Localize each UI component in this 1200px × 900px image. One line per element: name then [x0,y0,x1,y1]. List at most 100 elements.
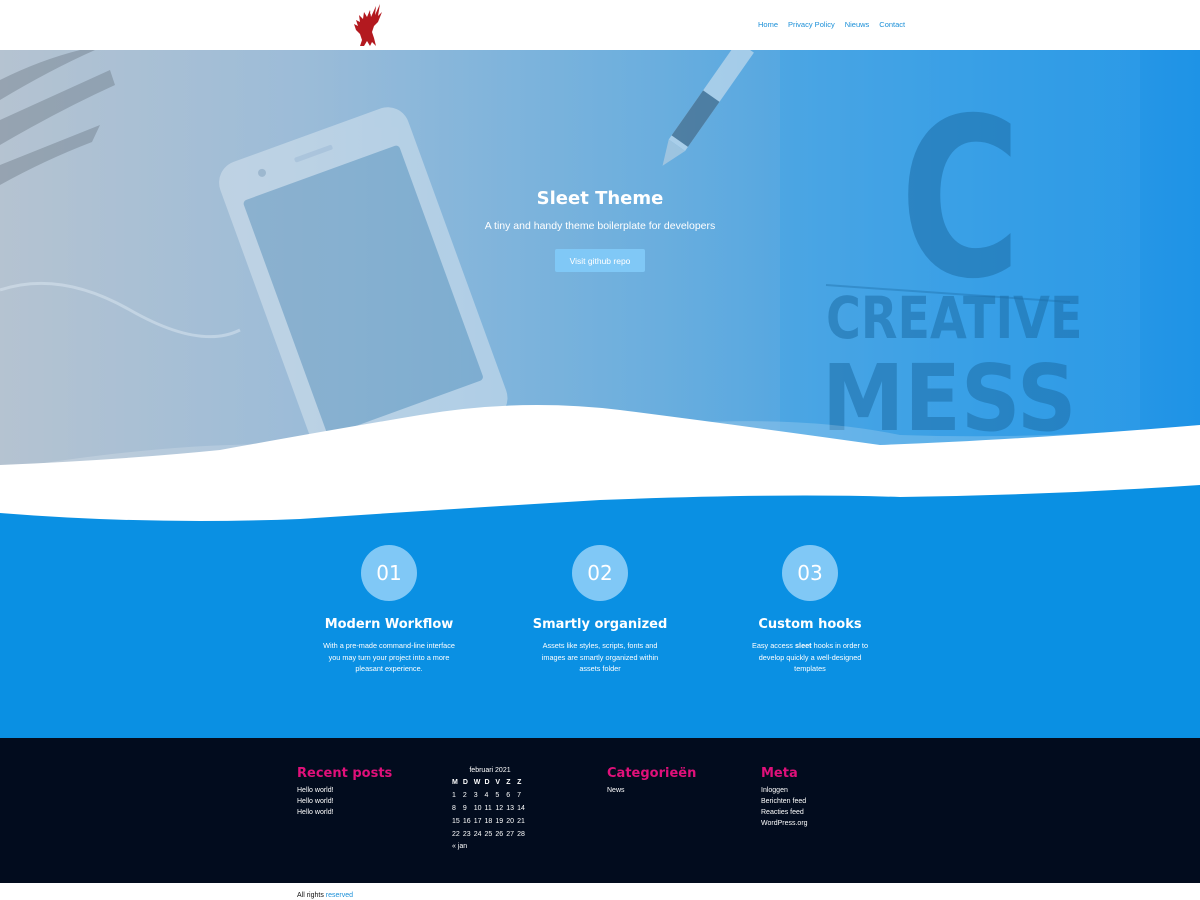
calendar-day: 7 [517,792,521,799]
recent-post-link[interactable]: Hello world! [297,787,334,794]
calendar-day: 24 [473,831,482,838]
feature-title: Custom hooks [758,617,862,632]
hero-section: C CREATIVE MESS Sleet Theme A tiny and h… [0,50,1200,520]
calendar-day: 19 [495,818,504,825]
calendar-day: 23 [462,831,471,838]
list-item: Hello world! [297,807,392,818]
meta-widget: Meta Inloggen Berichten feed Reacties fe… [761,766,808,829]
list-item: News [607,785,696,796]
feature-desc-bold: sleet [794,641,812,650]
feature-description: Easy access sleet hooks in order to deve… [730,640,890,675]
calendar-day: 2 [462,792,467,799]
list-item: Hello world! [297,785,392,796]
calendar-day: 28 [517,831,525,838]
recent-post-link[interactable]: Hello world! [297,798,334,805]
feature-desc-line: Assets like styles, scripts, fonts and [542,641,658,650]
nav-privacy-policy[interactable]: Privacy Policy [788,20,835,30]
calendar-prev-link[interactable]: « jan [452,843,467,850]
calendar-day: 8 [452,805,456,812]
meta-link[interactable]: Inloggen [761,787,788,794]
hero-background-image: C CREATIVE MESS [0,50,1200,520]
calendar-weekday: M [452,779,458,786]
categories-widget: Categorieën News [607,766,696,796]
meta-link[interactable]: Reacties feed [761,809,804,816]
feature-smartly-organized: 02 Smartly organized Assets like styles,… [520,545,680,675]
visit-github-repo-button[interactable]: Visit github repo [555,249,645,272]
calendar-day: 21 [517,818,525,825]
feature-desc-line: you may turn your project into a more [328,652,450,662]
feature-desc-text: Easy access [751,641,795,650]
feature-desc-line: develop quickly a well-designed [758,652,862,662]
list-item: Reacties feed [761,807,808,818]
nav-nieuws[interactable]: Nieuws [845,20,870,30]
copyright-label: All rights [297,892,324,899]
features-section: 01 Modern Workflow With a pre-made comma… [0,485,1200,738]
calendar-day: 26 [495,831,504,838]
calendar-day: 10 [473,805,482,812]
feature-number-circle: 02 [572,545,628,601]
list-item: WordPress.org [761,818,808,829]
category-link[interactable]: News [607,787,625,794]
calendar-week-row: 8 9 10 11 12 13 14 [452,802,528,815]
calendar-prev-month: « jan [452,842,528,851]
feature-desc-line: Easy access sleet hooks in order to [730,640,890,652]
feature-number-circle: 01 [361,545,417,601]
bottom-bar: All rights reserved [0,883,1200,900]
feature-title: Smartly organized [532,617,668,632]
meta-link[interactable]: Berichten feed [761,798,806,805]
calendar-week-row: 1 2 3 4 5 6 7 [452,789,528,802]
calendar-day: 25 [484,831,493,838]
calendar-day: 27 [506,831,515,838]
recent-posts-widget: Recent posts Hello world! Hello world! H… [297,766,392,818]
feature-description: Assets like styles, scripts, fonts and i… [520,640,680,675]
widget-title: Recent posts [297,766,393,781]
calendar-day: 1 [452,792,456,799]
feature-desc-line: With a pre-made command-line interface [323,641,455,650]
footer-widgets: Recent posts Hello world! Hello world! H… [0,738,1200,883]
widget-title: Categorieën [607,766,697,781]
feature-desc-line: assets folder [579,664,621,673]
feature-number-circle: 03 [782,545,838,601]
calendar-day: 6 [506,792,511,799]
feature-custom-hooks: 03 Custom hooks Easy access sleet hooks … [730,545,890,675]
copyright-text: All rights reserved [297,892,353,899]
calendar-day: 15 [452,818,460,825]
calendar-day: 16 [462,818,471,825]
nav-contact[interactable]: Contact [879,20,905,30]
calendar-week-row: 15 16 17 18 19 20 21 [452,815,528,828]
feature-desc-line: templates [794,664,826,673]
calendar-weekday: Z [506,779,511,786]
calendar-weekday: D [484,779,490,786]
calendar-day: 17 [473,818,482,825]
feature-title: Modern Workflow [324,617,454,632]
calendar-table: M D W D V Z Z 1 2 3 4 5 6 7 8 9 10 11 12… [452,776,528,841]
calendar-day: 14 [517,805,525,812]
hero-title: Sleet Theme [536,188,664,209]
meta-link[interactable]: WordPress.org [761,820,808,827]
recent-post-link[interactable]: Hello world! [297,809,334,816]
calendar-day: 13 [506,805,515,812]
main-nav: Home Privacy Policy Nieuws Contact [758,20,905,30]
list-item: Berichten feed [761,796,808,807]
widget-title: Meta [761,766,798,781]
feature-desc-text: hooks in order to [811,641,869,650]
list-item: Hello world! [297,796,392,807]
calendar-day: 22 [452,831,460,838]
calendar-day: 5 [495,792,500,799]
liver-bird-logo-icon[interactable] [350,0,386,50]
calendar-weekday: D [462,779,468,786]
calendar-weekday: Z [517,779,522,786]
calendar-day: 20 [506,818,515,825]
calendar-day: 11 [484,805,492,812]
calendar-weekday-row: M D W D V Z Z [452,776,528,789]
hero-subtitle: A tiny and handy theme boilerplate for d… [484,220,716,232]
calendar-day: 4 [484,792,489,799]
list-item: Inloggen [761,785,808,796]
reserved-link[interactable]: reserved [326,892,353,899]
calendar-widget: februari 2021 M D W D V Z Z 1 2 3 4 5 6 … [452,766,528,851]
nav-home[interactable]: Home [758,20,778,30]
calendar-day: 9 [462,805,467,812]
feature-description: With a pre-made command-line interface y… [309,640,469,675]
feature-desc-line: images are smartly organized within [541,652,659,662]
calendar-day: 18 [484,818,493,825]
